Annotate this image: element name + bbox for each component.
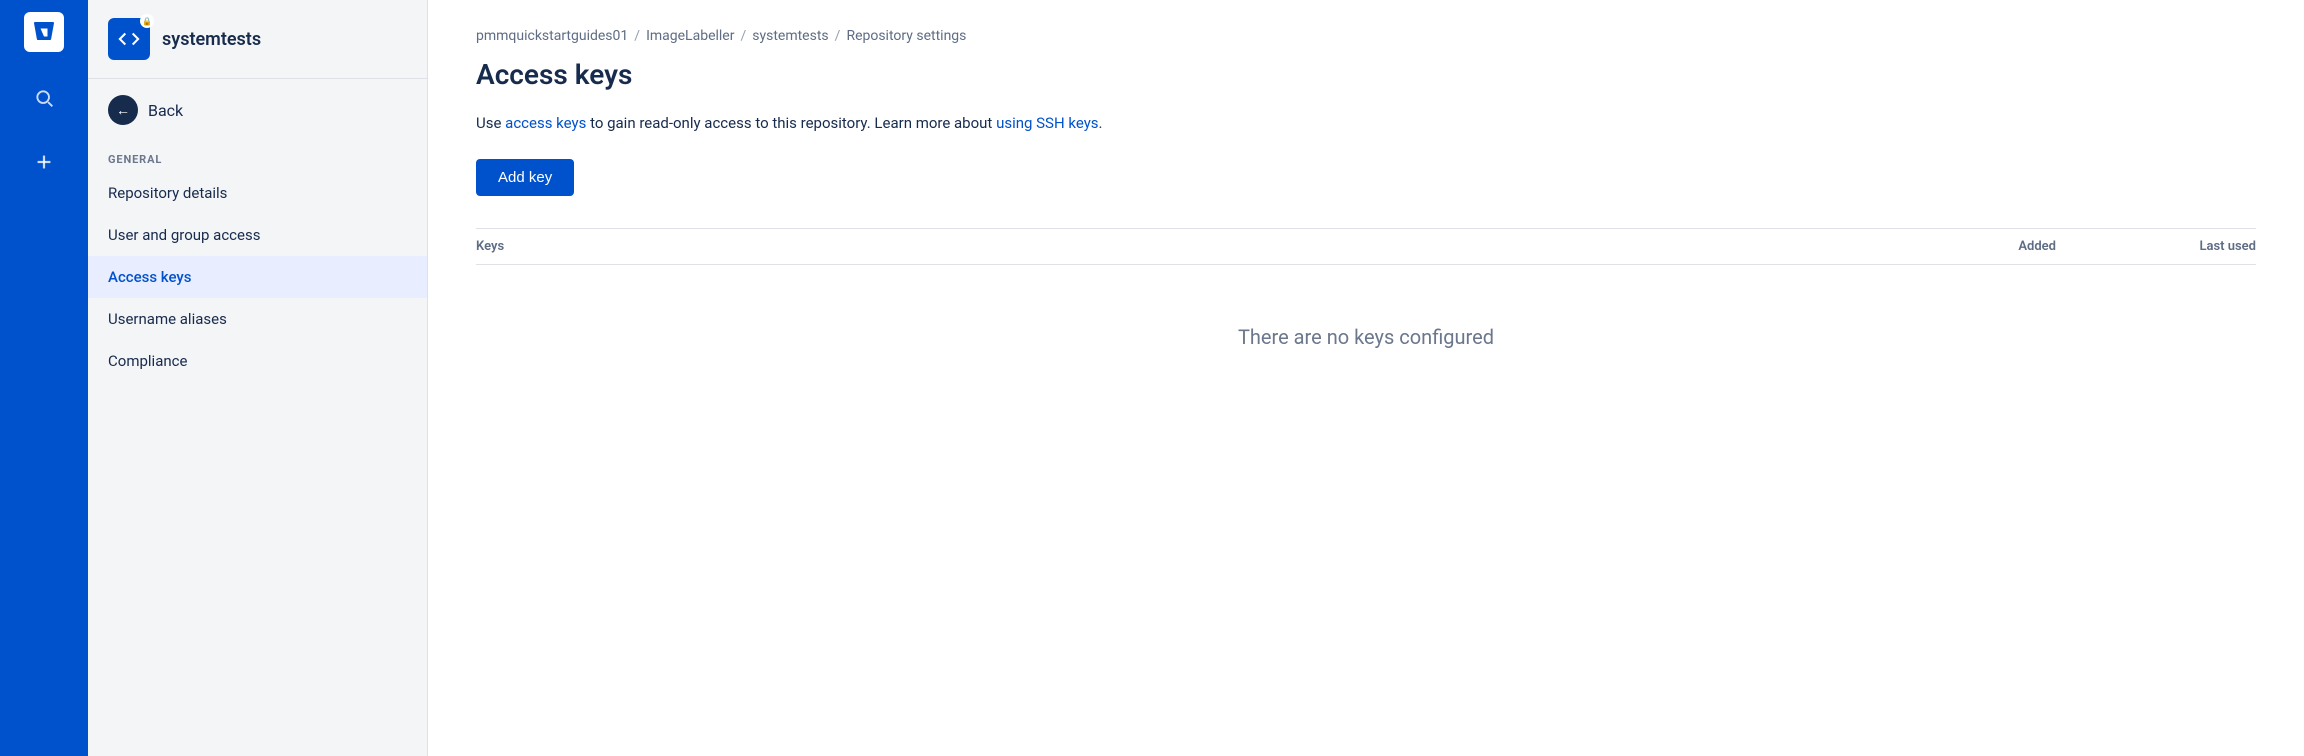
lock-badge: 🔒	[140, 14, 154, 28]
back-label: Back	[148, 101, 183, 120]
breadcrumb-sep-2: /	[740, 28, 746, 44]
empty-message: There are no keys configured	[476, 265, 2256, 409]
breadcrumb-org[interactable]: pmmquickstartguides01	[476, 28, 628, 44]
ssh-keys-link[interactable]: using SSH keys	[996, 114, 1098, 132]
back-icon: ←	[108, 95, 138, 125]
desc-suffix: .	[1099, 114, 1103, 132]
access-keys-link[interactable]: access keys	[505, 114, 586, 132]
add-key-button[interactable]: Add key	[476, 159, 574, 196]
breadcrumb-repo[interactable]: ImageLabeller	[646, 28, 734, 44]
col-added: Added	[1816, 239, 2056, 254]
description: Use access keys to gain read-only access…	[476, 111, 2256, 135]
breadcrumb-sep-3: /	[835, 28, 841, 44]
breadcrumb-current: Repository settings	[846, 28, 966, 44]
page-title: Access keys	[476, 58, 2256, 91]
repo-header: 🔒 systemtests	[88, 0, 427, 79]
table-header: Keys Added Last used	[476, 229, 2256, 265]
global-nav	[0, 0, 88, 756]
sidebar-item-access-keys[interactable]: Access keys	[88, 256, 427, 298]
search-icon[interactable]	[26, 80, 62, 116]
create-icon[interactable]	[26, 144, 62, 180]
desc-middle: to gain read-only access to this reposit…	[586, 114, 996, 132]
bitbucket-logo[interactable]	[24, 12, 64, 52]
sidebar: 🔒 systemtests ← Back GENERAL Repository …	[88, 0, 428, 756]
repo-name: systemtests	[162, 29, 261, 50]
desc-prefix: Use	[476, 114, 505, 132]
sidebar-item-user-group-access[interactable]: User and group access	[88, 214, 427, 256]
col-keys: Keys	[476, 239, 1816, 254]
breadcrumb-project[interactable]: systemtests	[752, 28, 828, 44]
sidebar-item-compliance[interactable]: Compliance	[88, 340, 427, 382]
repo-icon: 🔒	[108, 18, 150, 60]
breadcrumb: pmmquickstartguides01 / ImageLabeller / …	[476, 28, 2256, 44]
sidebar-item-repo-details[interactable]: Repository details	[88, 172, 427, 214]
col-last-used: Last used	[2056, 239, 2256, 254]
sidebar-section-general: GENERAL	[88, 141, 427, 172]
keys-table: Keys Added Last used There are no keys c…	[476, 228, 2256, 409]
sidebar-item-username-aliases[interactable]: Username aliases	[88, 298, 427, 340]
breadcrumb-sep-1: /	[634, 28, 640, 44]
main-content: pmmquickstartguides01 / ImageLabeller / …	[428, 0, 2304, 756]
back-button[interactable]: ← Back	[88, 79, 427, 141]
